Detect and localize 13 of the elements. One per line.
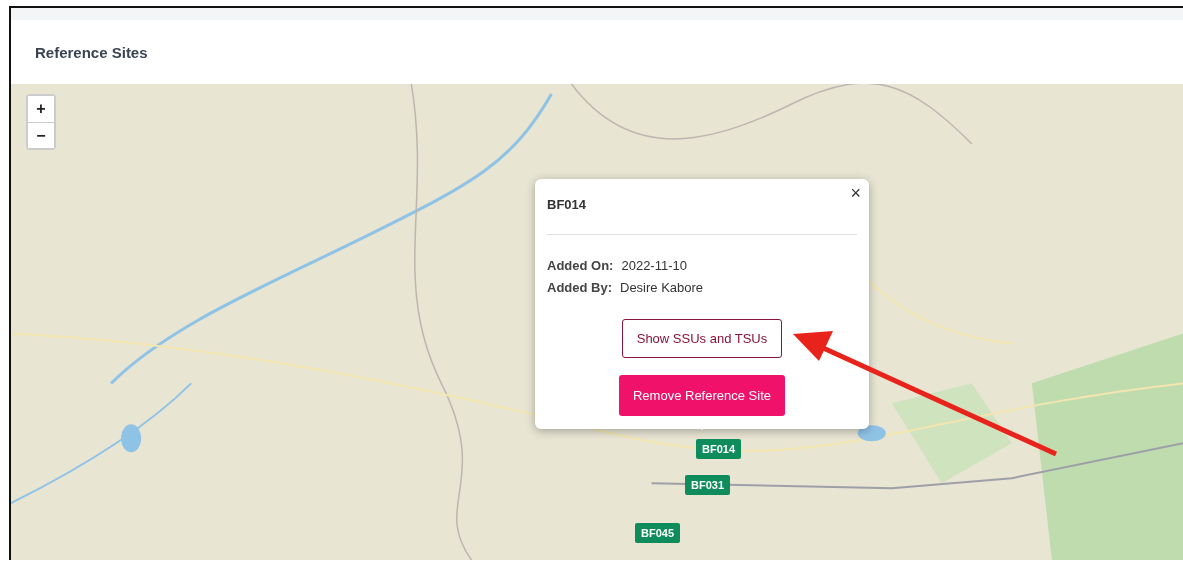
zoom-out-button[interactable]: −	[28, 122, 54, 148]
remove-button[interactable]: Remove Reference Site	[619, 375, 785, 416]
field-label: Added By:	[547, 280, 612, 295]
close-button[interactable]: ×	[848, 183, 863, 204]
show-button[interactable]: Show SSUs and TSUs	[621, 319, 783, 358]
card-title: Reference Sites	[35, 43, 148, 61]
popup-title: BF014	[547, 197, 588, 212]
site-marker[interactable]: BF014	[696, 439, 742, 459]
field-label: Added On:	[547, 258, 614, 273]
site-marker[interactable]: BF045	[635, 523, 681, 543]
field-value: 2022-11-10	[621, 258, 687, 273]
field-value: Desire Kabore	[620, 280, 704, 295]
site-marker[interactable]: BF031	[685, 475, 731, 495]
